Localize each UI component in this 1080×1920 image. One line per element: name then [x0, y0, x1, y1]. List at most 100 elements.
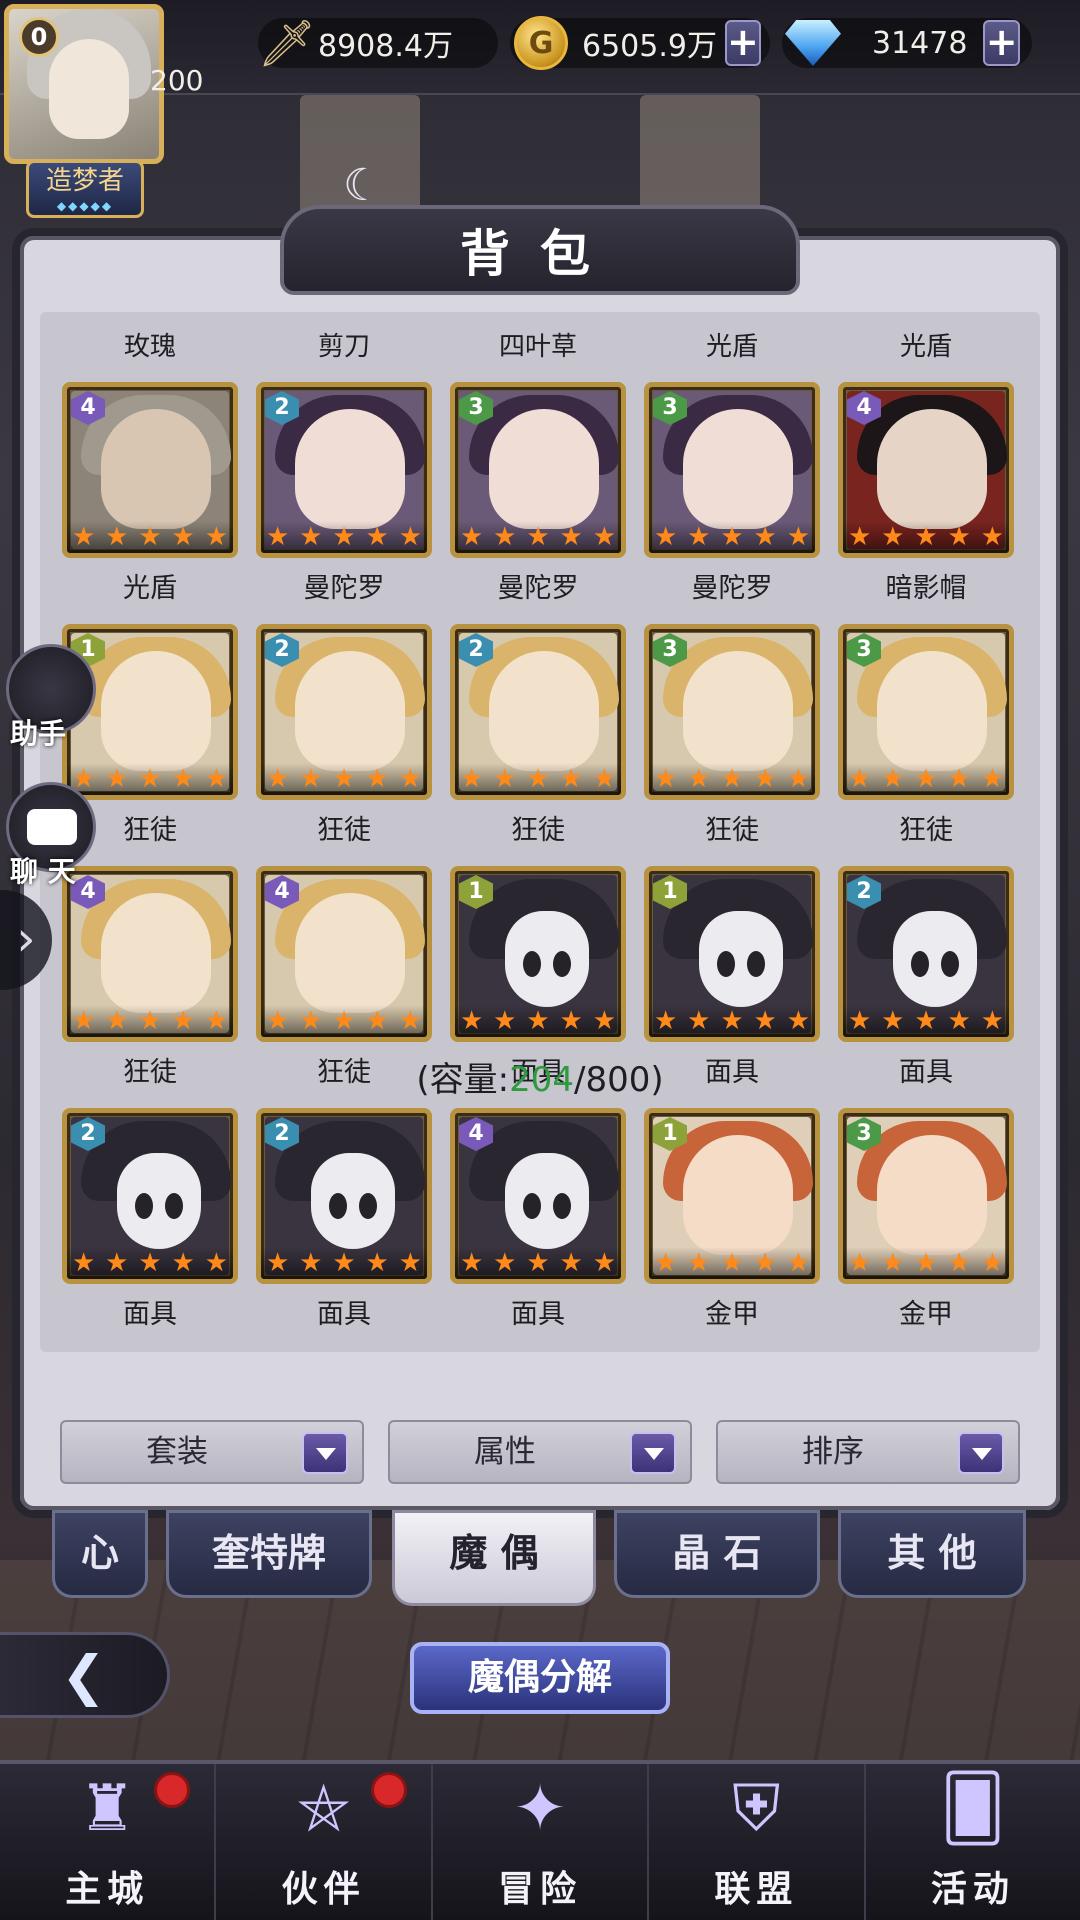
player-avatar[interactable]: 0: [4, 4, 164, 164]
nav-label: 伙伴: [281, 1868, 366, 1910]
star-icon: ★: [365, 522, 389, 552]
chevron-right-icon: ›: [16, 911, 36, 967]
chevron-down-icon[interactable]: [302, 1432, 348, 1474]
star-icon: ★: [592, 522, 616, 552]
panel-title: 背包: [460, 224, 620, 283]
player-title-plate[interactable]: 造梦者 ◆◆◆◆◆: [26, 160, 144, 218]
column-label: 玫瑰: [123, 332, 176, 362]
star-icon: ★: [398, 764, 422, 794]
puppet-card[interactable]: 3 ★ ★ ★ ★ ★: [838, 624, 1014, 800]
puppet-card[interactable]: 3 ★ ★ ★ ★ ★: [450, 382, 626, 558]
back-button[interactable]: ❮: [0, 1632, 170, 1718]
tab-other[interactable]: 其 他: [838, 1510, 1026, 1598]
tab-crystal[interactable]: 晶 石: [614, 1510, 820, 1598]
puppet-card[interactable]: 4 ★ ★ ★ ★ ★: [450, 1108, 626, 1284]
bottom-navigation: ♜ 主城 ⛤ 伙伴 ✦ 冒险 ⛨ 联盟 🂠 活动: [0, 1760, 1080, 1920]
star-icon: ★: [847, 764, 872, 794]
nav-item-1[interactable]: ⛤ 伙伴: [216, 1764, 433, 1920]
puppet-card[interactable]: 2 ★ ★ ★ ★ ★: [256, 624, 432, 800]
puppet-card[interactable]: 4 ★ ★ ★ ★ ★: [256, 866, 432, 1042]
star-rating: ★ ★ ★ ★ ★: [67, 1005, 233, 1037]
star-icon: ★: [947, 764, 971, 794]
mask-icon: [505, 911, 589, 1007]
star-icon: ★: [171, 522, 195, 552]
sort-dropdown[interactable]: 排序: [716, 1420, 1020, 1484]
star-rating: ★ ★ ★ ★ ★: [261, 1005, 427, 1037]
column-label: 剪刀: [317, 332, 370, 362]
star-icon: ★: [493, 764, 517, 794]
filter-attribute-dropdown[interactable]: 属性: [388, 1420, 692, 1484]
star-icon: ★: [204, 764, 228, 794]
puppet-card[interactable]: 4 ★ ★ ★ ★ ★: [838, 382, 1014, 558]
power-value: 8908.4万: [318, 29, 453, 64]
tab-tarot[interactable]: 奎特牌: [166, 1510, 372, 1598]
nav-item-2[interactable]: ✦ 冒险: [433, 1764, 650, 1920]
star-icon: ★: [299, 1248, 323, 1278]
star-icon: ★: [980, 764, 1004, 794]
star-icon: ★: [332, 1248, 356, 1278]
puppet-name: 面具: [511, 1299, 565, 1330]
add-diamond-button[interactable]: +: [983, 20, 1020, 66]
panel-header: 背包: [280, 205, 800, 295]
puppet-card[interactable]: 4 ★ ★ ★ ★ ★: [62, 382, 238, 558]
star-icon: ★: [459, 522, 484, 552]
star-icon: ★: [459, 1248, 484, 1278]
cards-icon: 🂠: [940, 1772, 1006, 1846]
puppet-card[interactable]: 2 ★ ★ ★ ★ ★: [256, 382, 432, 558]
assistant-label: 助手: [10, 717, 67, 750]
star-icon: ★: [720, 1006, 744, 1036]
star-icon: ★: [786, 1248, 810, 1278]
add-gold-button[interactable]: +: [724, 20, 761, 66]
tab-puppet[interactable]: 魔 偶: [392, 1510, 596, 1606]
star-icon: ★: [881, 522, 905, 552]
notification-badge: [154, 1772, 191, 1808]
star-icon: ★: [720, 522, 744, 552]
puppet-card[interactable]: 3 ★ ★ ★ ★ ★: [644, 624, 820, 800]
chevron-down-icon[interactable]: [958, 1432, 1004, 1474]
filter-set-dropdown[interactable]: 套装: [60, 1420, 364, 1484]
star-icon: ★: [171, 764, 195, 794]
puppet-card[interactable]: 4 ★ ★ ★ ★ ★: [62, 866, 238, 1042]
column-label: 光盾: [899, 332, 952, 362]
star-icon: ★: [459, 1006, 484, 1036]
puppet-card[interactable]: 3 ★ ★ ★ ★ ★: [838, 1108, 1014, 1284]
star-rating: ★ ★ ★ ★ ★: [649, 1005, 815, 1037]
star-icon: ★: [947, 522, 971, 552]
puppet-card[interactable]: 1 ★ ★ ★ ★ ★: [644, 1108, 820, 1284]
puppet-card[interactable]: 2 ★ ★ ★ ★ ★: [62, 1108, 238, 1284]
nav-item-3[interactable]: ⛨ 联盟: [649, 1764, 866, 1920]
star-icon: ★: [881, 764, 905, 794]
puppet-card[interactable]: 1 ★ ★ ★ ★ ★: [644, 866, 820, 1042]
puppet-card[interactable]: 2 ★ ★ ★ ★ ★: [838, 866, 1014, 1042]
gold-display: G 6505.9万 +: [510, 16, 770, 70]
nav-item-4[interactable]: 🂠 活动: [866, 1764, 1080, 1920]
star-icon: ★: [980, 1006, 1004, 1036]
star-icon: ★: [592, 764, 616, 794]
star-rating: ★ ★ ★ ★ ★: [455, 763, 621, 795]
star-rating: ★ ★ ★ ★ ★: [261, 763, 427, 795]
puppet-card[interactable]: 3 ★ ★ ★ ★ ★: [644, 382, 820, 558]
star-portal-icon: ✦: [513, 1772, 567, 1846]
star-icon: ★: [753, 1006, 777, 1036]
puppet-card[interactable]: 1 ★ ★ ★ ★ ★: [450, 866, 626, 1042]
star-icon: ★: [881, 1006, 905, 1036]
tab-heart[interactable]: 心: [52, 1510, 148, 1598]
nav-item-0[interactable]: ♜ 主城: [0, 1764, 217, 1920]
star-icon: ★: [559, 522, 583, 552]
star-icon: ★: [847, 1006, 872, 1036]
star-rating: ★ ★ ★ ★ ★: [649, 521, 815, 553]
puppet-card[interactable]: 2 ★ ★ ★ ★ ★: [256, 1108, 432, 1284]
star-rating: ★ ★ ★ ★ ★: [455, 521, 621, 553]
star-icon: ★: [138, 764, 162, 794]
item-grid-area[interactable]: 玫瑰 剪刀 四叶草 光盾 光盾 4 ★ ★ ★ ★ ★ 光盾 2 ★ ★ ★ ★ ★ 曼陀罗 3 ★ ★ ★ ★ ★ 曼陀罗 3 ★ ★…: [40, 312, 1040, 1352]
puppet-card[interactable]: 2 ★ ★ ★ ★ ★: [450, 624, 626, 800]
star-icon: ★: [365, 1006, 389, 1036]
nav-label: 冒险: [498, 1868, 583, 1910]
chevron-down-icon[interactable]: [630, 1432, 676, 1474]
mask-icon: [893, 911, 977, 1007]
star-icon: ★: [847, 1248, 872, 1278]
decompose-button[interactable]: 魔偶分解: [410, 1642, 670, 1714]
notification-badge: [370, 1772, 407, 1808]
star-icon: ★: [493, 1248, 517, 1278]
star-icon: ★: [786, 522, 810, 552]
